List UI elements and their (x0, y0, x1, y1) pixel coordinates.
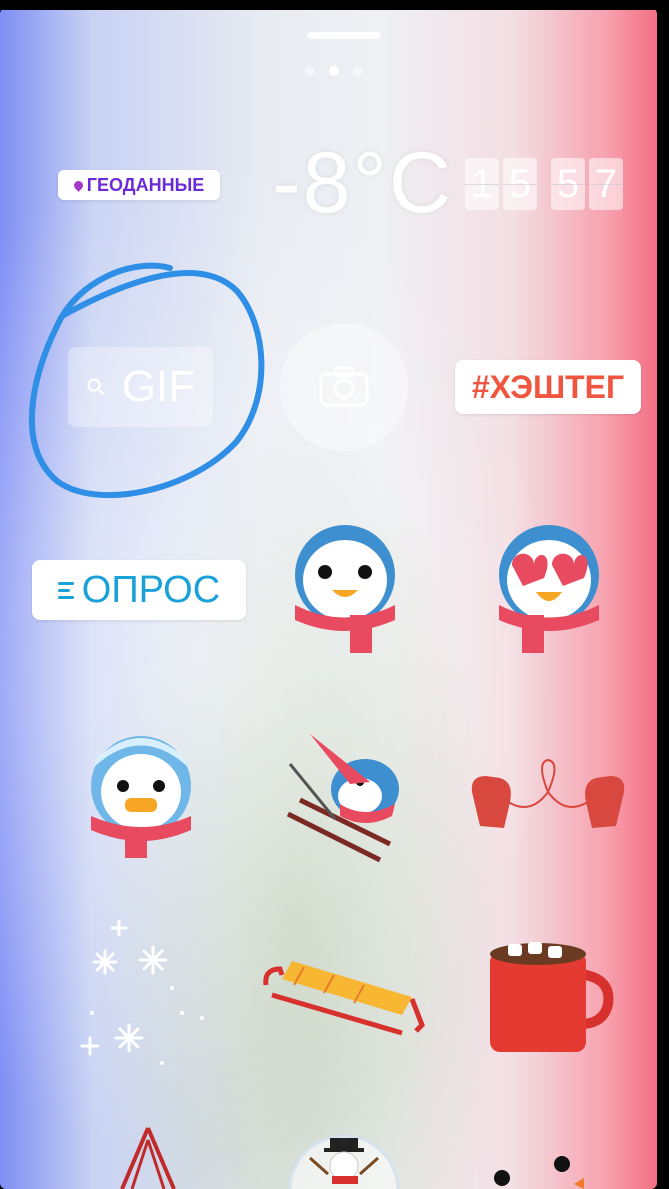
clock-digit: 5 (503, 158, 537, 210)
page-dot[interactable] (353, 66, 363, 76)
location-sticker[interactable]: ГЕОДАННЫЕ (58, 170, 220, 200)
page-indicator (305, 66, 363, 76)
penguin-skiing-sticker[interactable] (280, 724, 410, 864)
clock-separator (541, 158, 547, 210)
gif-search-sticker[interactable]: GIF (68, 347, 213, 427)
clock-digit: 5 (551, 158, 585, 210)
penguin-frozen-sticker[interactable] (85, 728, 197, 860)
page-dot[interactable] (305, 66, 315, 76)
camera-icon (319, 366, 369, 407)
gif-search-label: GIF (121, 362, 196, 411)
temperature-sticker[interactable]: -8°C (272, 140, 451, 226)
poll-lines-icon (57, 581, 74, 599)
poll-sticker[interactable]: ОПРОС (32, 560, 246, 620)
mittens-heart-sticker[interactable] (466, 752, 630, 832)
penguin-heart-eyes-sticker[interactable] (494, 520, 604, 655)
hashtag-sticker[interactable]: #ХЭШТЕГ (455, 360, 641, 414)
poll-sticker-label: ОПРОС (81, 568, 221, 611)
sticker-tray-screen: ГЕОДАННЫЕ -8°C 1 5 5 7 GIF #ХЭШТЕГ ОПРОС (0, 0, 669, 1189)
camera-sticker[interactable] (280, 323, 408, 451)
snowflakes-sparkles-sticker[interactable] (72, 918, 212, 1078)
sled-sticker[interactable] (262, 955, 426, 1039)
status-strip (0, 0, 669, 10)
ski-cabin-sticker[interactable] (118, 1126, 178, 1189)
hot-cocoa-mug-sticker[interactable] (484, 938, 614, 1056)
location-pin-icon (71, 178, 85, 192)
penguin-scarf-smile-sticker[interactable] (290, 520, 400, 655)
search-icon (87, 378, 105, 396)
snowman-snowglobe-sticker[interactable] (288, 1130, 400, 1189)
drag-handle[interactable] (307, 32, 381, 39)
screen-edge (657, 0, 669, 1189)
clock-digit: 7 (589, 158, 623, 210)
time-sticker[interactable]: 1 5 5 7 (465, 158, 623, 210)
clock-digit: 1 (465, 158, 499, 210)
location-sticker-label: ГЕОДАННЫЕ (86, 174, 205, 195)
page-dot-active[interactable] (329, 66, 339, 76)
snowman-face-sticker[interactable] (484, 1154, 584, 1189)
